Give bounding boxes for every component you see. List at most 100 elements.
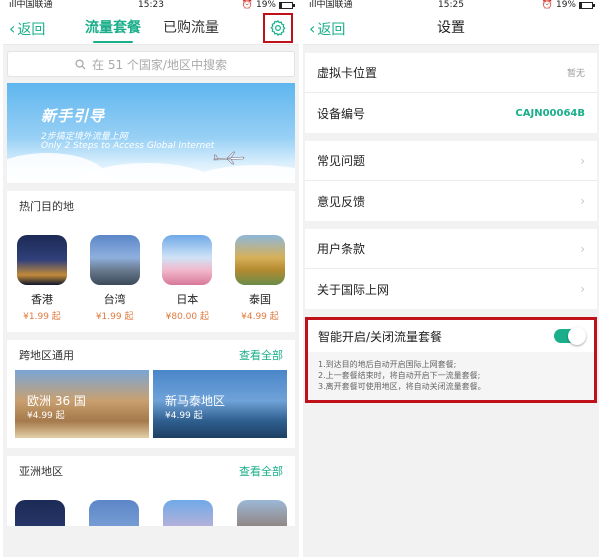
banner-title: 新手引导: [41, 107, 106, 125]
back-label: 返回: [17, 22, 46, 38]
page-title: 设置: [437, 20, 465, 36]
view-all-link[interactable]: 查看全部: [239, 347, 283, 363]
feedback-row[interactable]: 意见反馈 ›: [305, 181, 597, 221]
toggle-knob: [568, 327, 586, 345]
destination-price: ¥1.99 起: [23, 312, 61, 322]
battery-indicator: ⏰ 19%: [242, 0, 295, 11]
region-list: 欧洲 36 国 ¥4.99 起 新马泰地区 ¥4.99 起: [7, 370, 295, 448]
banner-subtitle-en: Only 2 Steps to Access Global Internet: [41, 141, 215, 151]
device-id-row[interactable]: 设备编号 CAJN00064B: [305, 93, 597, 133]
alarm-icon: ⏰: [541, 0, 553, 10]
auto-switch-highlight: 智能开启/关闭流量套餐 1.到达目的地后自动开启国际上网套餐; 2.上一套餐结束…: [305, 317, 597, 403]
top-nav: ‹ 返回 流量套餐 已购流量: [3, 11, 299, 45]
row-label: 意见反馈: [317, 194, 366, 209]
right-screen: ıll中国联通 15:25 ⏰ 19% 设置 ‹ 返回 虚拟卡位置 暂无 设备编…: [303, 0, 599, 557]
device-id-value: CAJN00064B: [515, 107, 585, 119]
section-title: 亚洲地区: [19, 465, 63, 478]
gear-icon: [270, 19, 286, 37]
back-button[interactable]: ‹ 返回: [309, 19, 345, 39]
about-group: 用户条款 › 关于国际上网 ›: [305, 229, 597, 309]
about-roaming-row[interactable]: 关于国际上网 ›: [305, 269, 597, 309]
destination-image: [89, 235, 140, 285]
destination-price: ¥1.99 起: [95, 312, 134, 322]
auto-switch-row: 智能开启/关闭流量套餐: [308, 320, 594, 352]
virtual-card-location-row[interactable]: 虚拟卡位置 暂无: [305, 53, 597, 93]
destination-name: 台湾: [103, 293, 126, 306]
row-value: 暂无: [566, 69, 585, 79]
row-label: 关于国际上网: [317, 282, 390, 297]
destination-image: [234, 235, 285, 285]
back-button[interactable]: ‹ 返回: [9, 19, 45, 39]
destination-name: 日本: [176, 293, 199, 306]
auto-switch-notes: 1.到达目的地后自动开启国际上网套餐; 2.上一套餐结束时，将自动开启下一流量套…: [308, 352, 594, 400]
status-bar: ıll中国联通 15:25 ⏰ 19%: [303, 0, 599, 11]
airplane-icon: [213, 151, 245, 165]
battery-level: [280, 3, 283, 8]
cross-region-section: 跨地区通用 查看全部 欧洲 36 国 ¥4.99 起 新马泰地区 ¥4.99 起: [7, 340, 295, 448]
back-label: 返回: [317, 22, 346, 38]
destination-price: ¥80.00 起: [165, 312, 209, 322]
destination-name: 泰国: [248, 293, 271, 306]
asia-destination-list: [7, 486, 295, 526]
row-label: 设备编号: [317, 106, 366, 121]
chevron-right-icon: ›: [580, 282, 585, 296]
destination-thailand[interactable]: 泰国 ¥4.99 起: [233, 235, 287, 322]
destination-japan[interactable]: 日本 ¥80.00 起: [160, 235, 214, 322]
battery-icon: [579, 2, 595, 9]
battery-level: [580, 3, 583, 8]
region-sea[interactable]: 新马泰地区 ¥4.99 起: [153, 370, 287, 438]
chevron-right-icon: ›: [580, 194, 585, 208]
destination-image[interactable]: [163, 500, 213, 526]
destination-image[interactable]: [237, 500, 287, 526]
search-area: 在 51 个国家/地区中搜索: [3, 45, 299, 83]
battery-icon: [279, 2, 295, 9]
device-info-group: 虚拟卡位置 暂无 设备编号 CAJN00064B: [305, 53, 597, 133]
row-label: 用户条款: [317, 242, 366, 256]
auto-switch-toggle[interactable]: [554, 327, 586, 345]
tab-purchased-data[interactable]: 已购流量: [163, 11, 219, 45]
tab-data-plans[interactable]: 流量套餐: [85, 11, 141, 45]
tab-bar: 流量套餐 已购流量: [85, 11, 219, 45]
note-line: 1.到达目的地后自动开启国际上网套餐;: [318, 360, 457, 369]
left-screen: ıll中国联通 15:23 ⏰ 19% ‹ 返回 流量套餐 已购流量 在 51 …: [3, 0, 299, 557]
destination-image[interactable]: [89, 500, 139, 526]
asia-section: 亚洲地区 查看全部: [7, 456, 295, 526]
destination-hongkong[interactable]: 香港 ¥1.99 起: [15, 235, 69, 322]
search-input[interactable]: 在 51 个国家/地区中搜索: [7, 51, 295, 77]
section-title: 跨地区通用: [19, 349, 74, 362]
destination-price: ¥4.99 起: [241, 312, 279, 322]
settings-button[interactable]: [263, 13, 293, 43]
destination-image[interactable]: [15, 500, 65, 526]
section-header: 亚洲地区 查看全部: [7, 456, 295, 486]
region-europe[interactable]: 欧洲 36 国 ¥4.99 起: [15, 370, 149, 438]
hot-destinations-section: 热门目的地 香港 ¥1.99 起 台湾 ¥1.99 起 日本 ¥80.00 起: [7, 191, 295, 332]
battery-percent: 19%: [555, 0, 576, 10]
faq-row[interactable]: 常见问题 ›: [305, 141, 597, 181]
terms-row[interactable]: 用户条款 ›: [305, 229, 597, 269]
battery-percent: 19%: [255, 0, 276, 10]
note-line: 3.离开套餐可使用地区，将自动关闭流量套餐。: [318, 382, 486, 391]
auto-switch-label: 智能开启/关闭流量套餐: [318, 329, 443, 344]
section-header: 热门目的地: [7, 191, 295, 221]
view-all-link[interactable]: 查看全部: [239, 463, 283, 479]
destination-name: 香港: [31, 293, 53, 306]
chevron-left-icon: ‹: [9, 19, 16, 38]
region-price: ¥4.99 起: [27, 411, 65, 421]
help-group: 常见问题 › 意见反馈 ›: [305, 141, 597, 221]
search-placeholder: 在 51 个国家/地区中搜索: [92, 57, 227, 72]
top-nav: 设置 ‹ 返回: [303, 11, 599, 45]
destination-taiwan[interactable]: 台湾 ¥1.99 起: [88, 235, 142, 322]
region-name: 欧洲 36 国: [27, 394, 86, 408]
chevron-right-icon: ›: [580, 153, 585, 168]
section-header: 跨地区通用 查看全部: [7, 340, 295, 370]
status-bar: ıll中国联通 15:23 ⏰ 19%: [3, 0, 299, 11]
guide-banner[interactable]: 新手引导 2步搞定境外流量上网 Only 2 Steps to Access G…: [7, 83, 295, 183]
region-price: ¥4.99 起: [165, 411, 203, 421]
search-icon: [75, 58, 86, 70]
destination-image: [162, 235, 213, 285]
region-name: 新马泰地区: [165, 394, 226, 408]
cloud-decoration: [187, 165, 295, 183]
chevron-left-icon: ‹: [309, 19, 316, 38]
section-title: 热门目的地: [19, 200, 74, 213]
row-label: 常见问题: [317, 154, 366, 168]
